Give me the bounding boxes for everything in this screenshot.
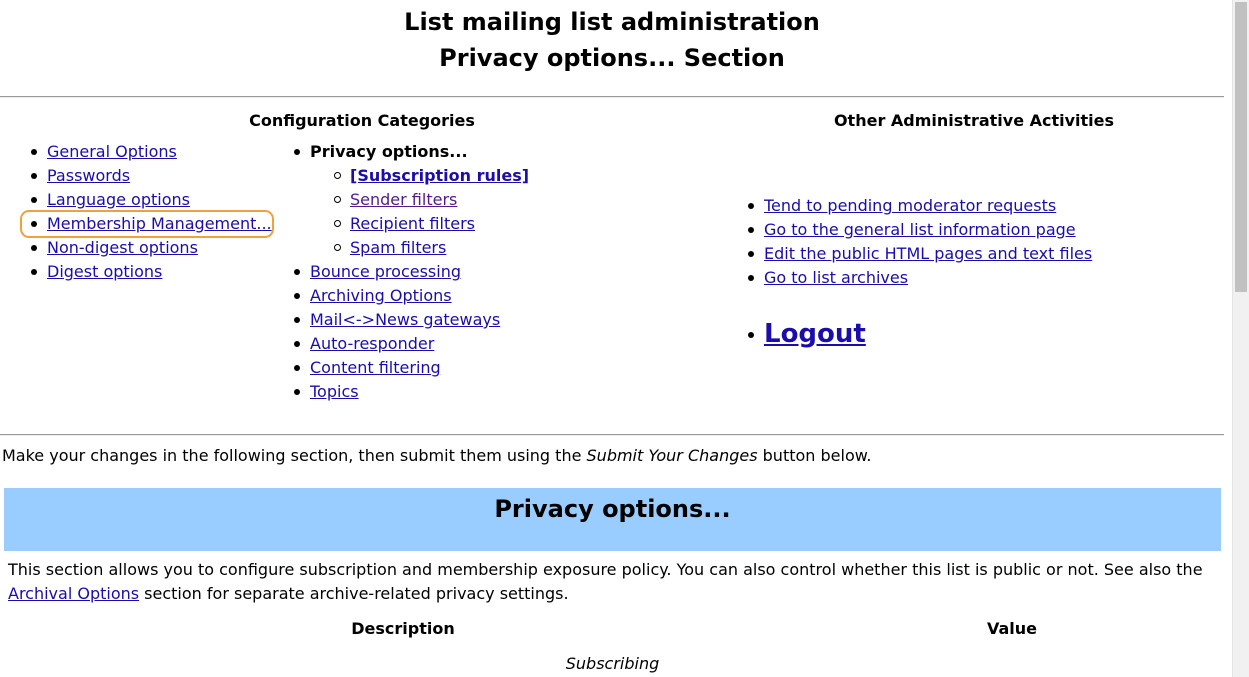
link-language-options[interactable]: Language options	[47, 190, 190, 209]
section-title: Privacy options... Section	[439, 44, 785, 72]
link-archiving-options[interactable]: Archiving Options	[310, 286, 452, 305]
divider-middle	[0, 434, 1224, 436]
list-item: Edit the public HTML pages and text file…	[747, 242, 1092, 266]
link-digest-options[interactable]: Digest options	[47, 262, 162, 281]
link-list-archives[interactable]: Go to list archives	[764, 268, 908, 287]
config-categories-heading: Configuration Categories	[249, 111, 475, 130]
list-item: Recipient filters	[310, 212, 529, 236]
link-passwords[interactable]: Passwords	[47, 166, 130, 185]
current-category-label: Privacy options...	[310, 142, 468, 161]
link-sender-filters[interactable]: Sender filters	[350, 190, 457, 209]
link-topics[interactable]: Topics	[310, 382, 359, 401]
other-activities-list: Tend to pending moderator requests Go to…	[747, 194, 1092, 290]
list-item: Language options	[31, 188, 272, 212]
list-item: Go to list archives	[747, 266, 1092, 290]
instructions-before: Make your changes in the following secti…	[2, 446, 587, 465]
instructions-text: Make your changes in the following secti…	[2, 445, 1222, 467]
list-item: Auto-responder	[293, 332, 529, 356]
list-item: Spam filters	[310, 236, 529, 260]
list-item: Sender filters	[310, 188, 529, 212]
link-mail-news-gateways[interactable]: Mail<->News gateways	[310, 310, 500, 329]
list-item: Mail<->News gateways	[293, 308, 529, 332]
list-item: [Subscription rules]	[310, 164, 529, 188]
list-item: Archiving Options	[293, 284, 529, 308]
banner-title: Privacy options...	[494, 495, 731, 523]
config-categories-list-right: Privacy options... [Subscription rules] …	[293, 140, 529, 404]
instructions-after: button below.	[757, 446, 872, 465]
list-item: Digest options	[31, 260, 272, 284]
link-general-list-info[interactable]: Go to the general list information page	[764, 220, 1076, 239]
subsection-heading: Subscribing	[565, 654, 660, 673]
logout-list: Logout	[748, 314, 866, 354]
section-description: This section allows you to configure sub…	[8, 558, 1218, 606]
link-general-options[interactable]: General Options	[47, 142, 177, 161]
list-item: Non-digest options	[31, 236, 272, 260]
column-header-description: Description	[351, 619, 455, 638]
link-archival-options[interactable]: Archival Options	[8, 584, 139, 603]
description-text-end: section for separate archive-related pri…	[139, 584, 569, 603]
list-item: Content filtering	[293, 356, 529, 380]
description-text: This section allows you to configure sub…	[8, 560, 1203, 579]
list-item: Topics	[293, 380, 529, 404]
link-recipient-filters[interactable]: Recipient filters	[350, 214, 475, 233]
logout-link[interactable]: Logout	[764, 319, 866, 349]
list-item: Go to the general list information page	[747, 218, 1092, 242]
list-item: Bounce processing	[293, 260, 529, 284]
page-title: List mailing list administration	[404, 8, 820, 36]
list-item: General Options	[31, 140, 272, 164]
other-activities-heading: Other Administrative Activities	[833, 111, 1115, 130]
link-edit-html-pages[interactable]: Edit the public HTML pages and text file…	[764, 244, 1092, 263]
divider-top	[0, 96, 1224, 98]
instructions-emphasis: Submit Your Changes	[586, 446, 758, 465]
link-content-filtering[interactable]: Content filtering	[310, 358, 441, 377]
scrollbar-thumb[interactable]	[1235, 2, 1247, 292]
link-pending-moderator-requests[interactable]: Tend to pending moderator requests	[764, 196, 1056, 215]
link-bounce-processing[interactable]: Bounce processing	[310, 262, 461, 281]
section-banner: Privacy options...	[4, 488, 1221, 551]
link-spam-filters[interactable]: Spam filters	[350, 238, 446, 257]
list-item: Tend to pending moderator requests	[747, 194, 1092, 218]
link-non-digest-options[interactable]: Non-digest options	[47, 238, 198, 257]
page-header: List mailing list administration Privacy…	[0, 4, 1224, 76]
list-item: Logout	[748, 314, 866, 354]
vertical-scrollbar[interactable]	[1232, 0, 1249, 677]
highlight-annotation	[20, 210, 274, 238]
column-header-value: Value	[986, 619, 1038, 638]
link-auto-responder[interactable]: Auto-responder	[310, 334, 434, 353]
list-item: Passwords	[31, 164, 272, 188]
list-item: Privacy options...	[293, 140, 529, 164]
link-subscription-rules[interactable]: [Subscription rules]	[350, 166, 529, 185]
